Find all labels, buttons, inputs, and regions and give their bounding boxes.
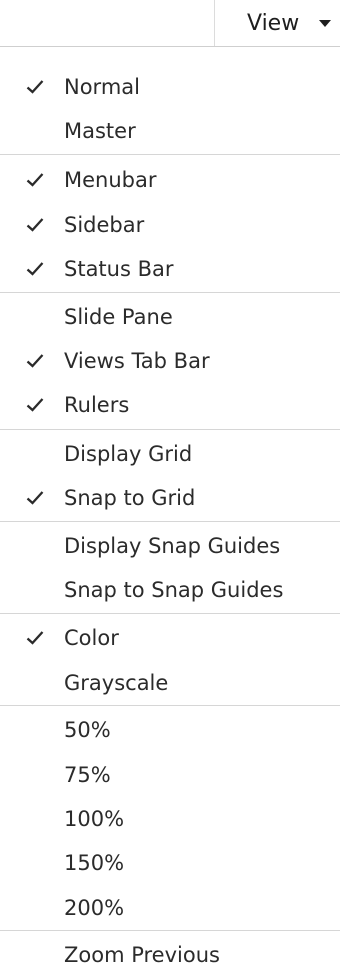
menu-item-label: 50% — [64, 718, 111, 742]
menu-separator — [0, 521, 340, 522]
menu-item-label: 75% — [64, 763, 111, 787]
menu-item-label: Snap to Grid — [64, 486, 196, 510]
check-icon — [26, 218, 44, 232]
menu-item-label: Grayscale — [64, 671, 169, 695]
menu-item-label: Display Snap Guides — [64, 534, 281, 558]
menu-item-label: Zoom Previous — [64, 943, 220, 967]
view-menu-button[interactable]: View — [214, 0, 340, 46]
menu-item-label: Menubar — [64, 168, 157, 192]
menu-separator — [0, 292, 340, 293]
menu-item-zoom-previous[interactable]: Zoom Previous — [0, 933, 340, 977]
menu-item-zoom-50[interactable]: 50% — [0, 708, 340, 752]
menu-item-label: Snap to Snap Guides — [64, 578, 284, 602]
menubar: View — [0, 0, 340, 46]
check-icon — [26, 631, 44, 645]
check-icon — [26, 80, 44, 94]
menu-item-zoom-150[interactable]: 150% — [0, 841, 340, 885]
check-icon — [26, 354, 44, 368]
menu-item-slide-pane[interactable]: Slide Pane — [0, 295, 340, 339]
check-icon — [26, 491, 44, 505]
menu-item-views-tab-bar[interactable]: Views Tab Bar — [0, 339, 340, 383]
menu-item-status-bar[interactable]: Status Bar — [0, 247, 340, 291]
menu-item-zoom-200[interactable]: 200% — [0, 886, 340, 930]
menu-item-snap-to-snap-guides[interactable]: Snap to Snap Guides — [0, 568, 340, 612]
menu-item-label: 200% — [64, 896, 125, 920]
menu-item-display-snap-guides[interactable]: Display Snap Guides — [0, 524, 340, 568]
menu-separator — [0, 429, 340, 430]
menu-separator — [0, 705, 340, 706]
menu-item-snap-to-grid[interactable]: Snap to Grid — [0, 476, 340, 520]
menu-item-label: 150% — [64, 851, 125, 875]
menu-item-label: Sidebar — [64, 213, 145, 237]
menu-item-label: Views Tab Bar — [64, 349, 210, 373]
menu-item-label: 100% — [64, 807, 125, 831]
menu-item-master[interactable]: Master — [0, 109, 340, 153]
menu-item-label: Display Grid — [64, 442, 193, 466]
check-icon — [26, 262, 44, 276]
check-icon — [26, 173, 44, 187]
menu-item-zoom-100[interactable]: 100% — [0, 797, 340, 841]
menu-separator — [0, 613, 340, 614]
menu-item-grayscale[interactable]: Grayscale — [0, 661, 340, 705]
menu-item-menubar[interactable]: Menubar — [0, 158, 340, 202]
menu-item-sidebar[interactable]: Sidebar — [0, 203, 340, 247]
menu-item-label: Color — [64, 626, 119, 650]
menu-separator — [0, 930, 340, 931]
menu-item-display-grid[interactable]: Display Grid — [0, 432, 340, 476]
menu-item-label: Status Bar — [64, 257, 174, 281]
menu-item-label: Normal — [64, 75, 140, 99]
view-menu-label: View — [247, 11, 300, 36]
menu-item-label: Rulers — [64, 393, 130, 417]
view-menu-dropdown: Normal Master Menubar Sidebar Status Bar… — [0, 46, 340, 966]
menu-item-label: Master — [64, 119, 136, 143]
check-icon — [26, 398, 44, 412]
menu-item-zoom-75[interactable]: 75% — [0, 753, 340, 797]
menu-separator — [0, 154, 340, 155]
menu-item-rulers[interactable]: Rulers — [0, 383, 340, 427]
menu-item-normal[interactable]: Normal — [0, 65, 340, 109]
caret-down-icon — [319, 20, 331, 27]
menu-item-label: Slide Pane — [64, 305, 173, 329]
menu-item-color[interactable]: Color — [0, 616, 340, 660]
